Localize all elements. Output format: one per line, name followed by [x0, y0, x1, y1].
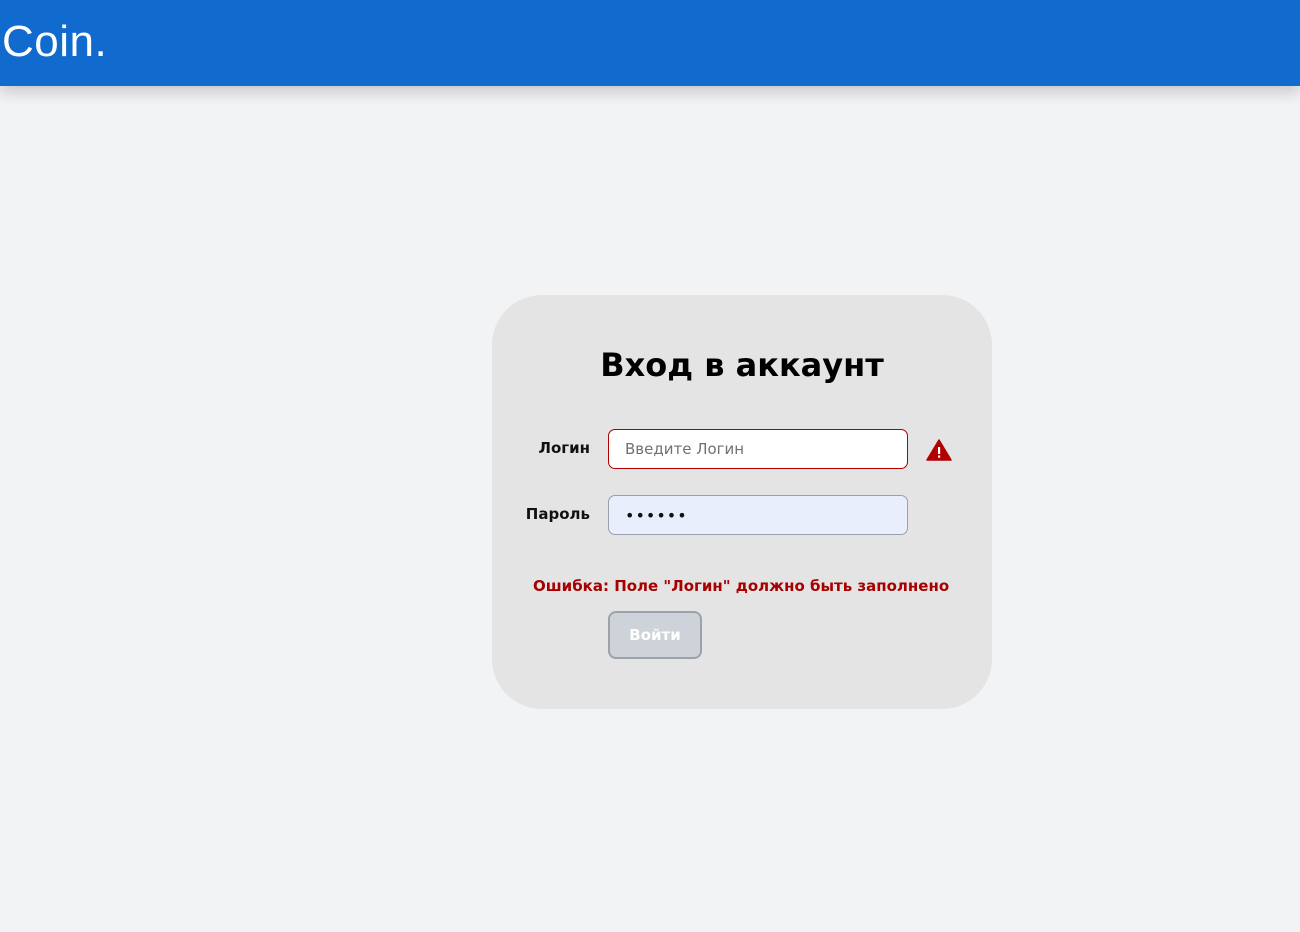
- page-title: Вход в аккаунт: [600, 346, 884, 384]
- error-message: Ошибка: Поле "Логин" должно быть заполне…: [533, 577, 950, 595]
- password-input[interactable]: [608, 495, 908, 535]
- login-button[interactable]: Войти: [608, 611, 702, 659]
- login-label: Логин: [538, 439, 590, 457]
- warning-icon: [926, 439, 952, 461]
- password-label: Пароль: [525, 505, 590, 523]
- login-card: Вход в аккаунт Логин Пароль Ошибка: Поле…: [492, 295, 992, 709]
- app-logo[interactable]: Coin.: [2, 14, 107, 70]
- login-input[interactable]: [608, 429, 908, 469]
- app-header: Coin.: [0, 0, 1300, 86]
